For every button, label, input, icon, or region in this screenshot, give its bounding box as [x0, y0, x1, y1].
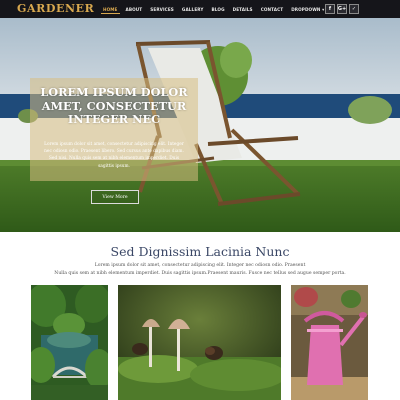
section-title: Sed Dignissim Lacinia Nunc [110, 244, 290, 259]
nav-about[interactable]: ABOUT [122, 0, 147, 18]
mushrooms-image[interactable] [118, 285, 281, 400]
main-nav: HOME ABOUT SERVICES GALLERY BLOG DETAILS… [99, 0, 328, 18]
nav-details[interactable]: DETAILS [229, 0, 257, 18]
nav-services[interactable]: SERVICES [146, 0, 178, 18]
nav-home[interactable]: HOME [99, 0, 122, 18]
facebook-icon[interactable]: f [325, 4, 335, 14]
nav-gallery[interactable]: GALLERY [178, 0, 208, 18]
hero-title: LOREM IPSUM DOLOR AMET, CONSECTETUR INTE… [40, 85, 188, 126]
twitter-icon[interactable]: ✓ [349, 4, 359, 14]
hero-banner: LOREM IPSUM DOLOR AMET, CONSECTETUR INTE… [0, 18, 400, 232]
section-text: Lorem ipsum dolor sit amet, consectetur … [54, 263, 346, 277]
nav-blog[interactable]: BLOG [208, 0, 229, 18]
nav-dropdown[interactable]: DROPDOWN ▾ [287, 0, 328, 18]
view-more-button[interactable]: View More [91, 190, 139, 204]
garden-bridge-image[interactable] [31, 285, 108, 400]
nav-contact[interactable]: CONTACT [257, 0, 288, 18]
google-plus-icon[interactable]: G+ [337, 4, 347, 14]
top-navbar: GARDENER HOME ABOUT SERVICES GALLERY BLO… [0, 0, 400, 18]
site-logo[interactable]: GARDENER [17, 2, 94, 15]
social-links: f G+ ✓ [325, 4, 359, 14]
hero-description: Lorem ipsum dolor sit amet, consectetur … [44, 142, 184, 169]
watering-can-image[interactable] [291, 285, 368, 400]
